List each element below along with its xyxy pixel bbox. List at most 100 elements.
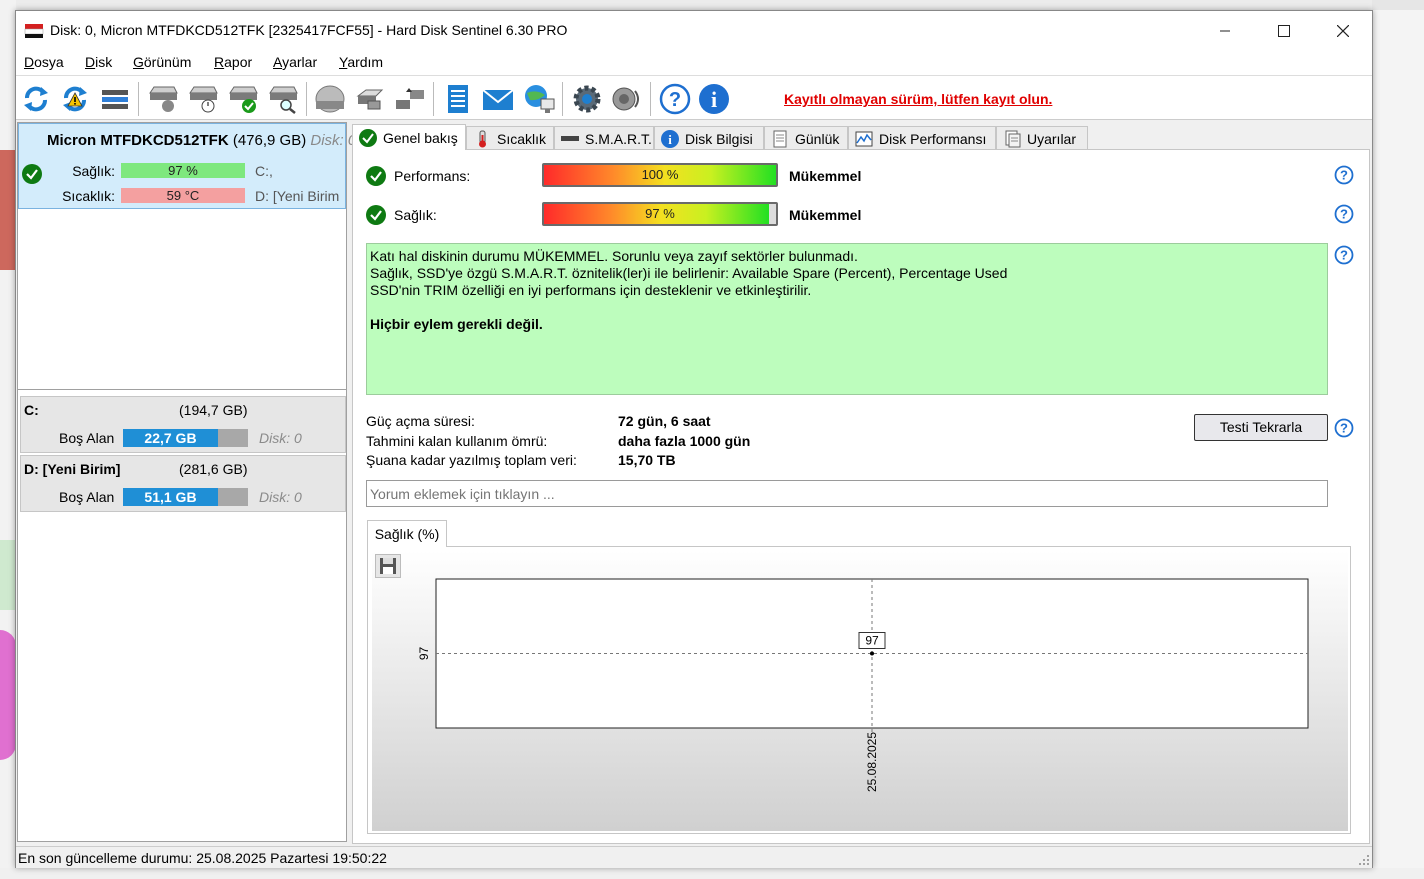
minimize-button[interactable] bbox=[1196, 11, 1254, 51]
sound-icon[interactable] bbox=[610, 82, 644, 116]
desktop-background-bottom bbox=[0, 868, 1424, 879]
background-app-fragment bbox=[0, 150, 16, 270]
performance-label: Performans: bbox=[394, 168, 471, 184]
resize-grip-icon[interactable] bbox=[1358, 854, 1370, 866]
background-app-fragment bbox=[0, 540, 16, 610]
tab-disk-bilgisi[interactable]: i Disk Bilgisi bbox=[654, 126, 764, 150]
tab-uyarilar[interactable]: Uyarılar bbox=[996, 126, 1088, 150]
volume-free-bar: 51,1 GB bbox=[123, 488, 248, 506]
health-ok-icon bbox=[366, 205, 386, 225]
volume-free-value: 22,7 GB bbox=[123, 429, 218, 447]
save-chart-button[interactable] bbox=[375, 554, 401, 578]
thermometer-icon bbox=[473, 130, 491, 148]
disk-check-icon[interactable] bbox=[226, 82, 260, 116]
tab-label: Uyarılar bbox=[1027, 130, 1077, 147]
menu-disk[interactable]: Disk bbox=[85, 54, 112, 70]
toolbar-separator bbox=[650, 82, 651, 116]
disk-capacity: (476,9 GB) bbox=[232, 132, 307, 149]
check-icon bbox=[359, 128, 377, 147]
summary-help-icon[interactable]: ? bbox=[1334, 245, 1354, 265]
volume-disk: Disk: 0 bbox=[259, 489, 302, 505]
volume-letter: D: [Yeni Birim] bbox=[24, 461, 121, 477]
svg-text:?: ? bbox=[1340, 168, 1348, 183]
written-value: 15,70 TB bbox=[618, 452, 676, 468]
volume-c[interactable]: C: (194,7 GB) Boş Alan 22,7 GB Disk: 0 bbox=[20, 396, 346, 453]
health-help-icon[interactable]: ? bbox=[1334, 204, 1354, 224]
email-icon[interactable] bbox=[481, 82, 515, 116]
retest-help-icon[interactable]: ? bbox=[1334, 418, 1354, 438]
svg-text:i: i bbox=[668, 132, 672, 147]
drive-d-label: D: [Yeni Birim bbox=[255, 188, 340, 204]
volume-free-bar: 22,7 GB bbox=[123, 429, 248, 447]
menu-yardim[interactable]: Yardım bbox=[339, 54, 383, 70]
volume-free-label: Boş Alan bbox=[59, 430, 115, 446]
volume-free-value: 51,1 GB bbox=[123, 488, 218, 506]
chart-background: 97 25.08.2025 97 bbox=[372, 551, 1348, 831]
disk-list-icon[interactable] bbox=[98, 82, 132, 116]
data-label: 97 bbox=[865, 634, 879, 648]
comment-input[interactable] bbox=[366, 480, 1328, 507]
tab-smart[interactable]: S.M.A.R.T. bbox=[554, 126, 654, 150]
close-button[interactable] bbox=[1314, 11, 1372, 51]
menu-ayarlar[interactable]: Ayarlar bbox=[273, 54, 317, 70]
volume-disk: Disk: 0 bbox=[259, 430, 302, 446]
disk-timer-icon[interactable] bbox=[186, 82, 220, 116]
performance-help-icon[interactable]: ? bbox=[1334, 165, 1354, 185]
refresh-warning-icon[interactable] bbox=[58, 82, 92, 116]
settings-icon[interactable] bbox=[570, 82, 604, 116]
disk-search-icon[interactable] bbox=[266, 82, 300, 116]
info-icon[interactable]: i bbox=[697, 82, 731, 116]
overview-panel: Performans: 100 % Mükemmel ? Sağlık: 97 … bbox=[352, 149, 1370, 844]
menu-bar: Dosya Disk Görünüm Rapor Ayarlar Yardım bbox=[16, 51, 1372, 75]
refresh-icon[interactable] bbox=[19, 82, 53, 116]
toolbar-separator bbox=[306, 82, 307, 116]
status-summary: Katı hal diskinin durumu MÜKEMMEL. Sorun… bbox=[366, 243, 1328, 395]
title-bar[interactable]: Disk: 0, Micron MTFDKCD512TFK [2325417FC… bbox=[16, 11, 1372, 51]
tab-genel-bakis[interactable]: Genel bakış bbox=[352, 124, 466, 150]
report-icon[interactable] bbox=[441, 82, 475, 116]
background-app-fragment bbox=[1372, 0, 1424, 10]
lifetime-value: daha fazla 1000 gün bbox=[618, 433, 751, 449]
save-icon bbox=[380, 558, 396, 574]
volume-d[interactable]: D: [Yeni Birim] (281,6 GB) Boş Alan 51,1… bbox=[20, 455, 346, 512]
menu-gorunum[interactable]: Görünüm bbox=[133, 54, 191, 70]
toolbar-separator bbox=[433, 82, 434, 116]
desktop-background-right bbox=[1372, 0, 1424, 879]
disk-clone-icon[interactable] bbox=[393, 82, 427, 116]
registration-link[interactable]: Kayıtlı olmayan sürüm, lütfen kayıt olun… bbox=[784, 91, 1052, 107]
performance-rating: Mükemmel bbox=[789, 168, 862, 184]
summary-line: SSD'nin TRIM özelliği en iyi performans … bbox=[370, 282, 812, 298]
toolbar: ? i Kayıtlı olmayan sürüm, lütfen kayıt … bbox=[16, 75, 1372, 120]
chart-tab-health[interactable]: Sağlık (%) bbox=[367, 520, 447, 547]
surface-test-icon[interactable] bbox=[313, 82, 347, 116]
y-tick-label: 97 bbox=[417, 647, 431, 661]
temperature-label: Sıcaklık: bbox=[62, 188, 115, 204]
menu-rapor[interactable]: Rapor bbox=[214, 54, 252, 70]
volume-size: (194,7 GB) bbox=[179, 402, 248, 418]
desktop-background-top bbox=[0, 0, 1424, 10]
help-icon[interactable]: ? bbox=[658, 82, 692, 116]
disk-card[interactable]: Micron MTFDKCD512TFK (476,9 GB) Disk: 0 … bbox=[18, 123, 356, 209]
maximize-button[interactable] bbox=[1255, 11, 1313, 51]
retest-button[interactable]: Testi Tekrarla bbox=[1194, 414, 1328, 441]
summary-line bbox=[370, 299, 1324, 316]
performance-bar: 100 % bbox=[542, 163, 778, 187]
disk-copy-icon[interactable] bbox=[353, 82, 387, 116]
close-icon bbox=[1337, 25, 1349, 37]
summary-line: Katı hal diskinin durumu MÜKEMMEL. Sorun… bbox=[370, 248, 858, 264]
tab-label: Disk Performansı bbox=[879, 130, 987, 147]
tab-disk-performansi[interactable]: Disk Performansı bbox=[848, 126, 996, 150]
tab-gunluk[interactable]: Günlük bbox=[764, 126, 848, 150]
toolbar-separator bbox=[138, 82, 139, 116]
health-rating: Mükemmel bbox=[789, 207, 862, 223]
background-app-fragment bbox=[0, 630, 16, 760]
smart-icon bbox=[561, 130, 579, 148]
menu-dosya[interactable]: Dosya bbox=[24, 54, 64, 70]
disk-title: Micron MTFDKCD512TFK (476,9 GB) Disk: 0 bbox=[47, 132, 356, 149]
health-label: Sağlık: bbox=[72, 163, 115, 179]
svg-text:?: ? bbox=[1340, 421, 1348, 436]
tab-sicaklik[interactable]: Sıcaklık bbox=[466, 126, 554, 150]
minimize-icon bbox=[1220, 30, 1230, 32]
network-icon[interactable] bbox=[522, 82, 556, 116]
disk-info-icon[interactable] bbox=[146, 82, 180, 116]
